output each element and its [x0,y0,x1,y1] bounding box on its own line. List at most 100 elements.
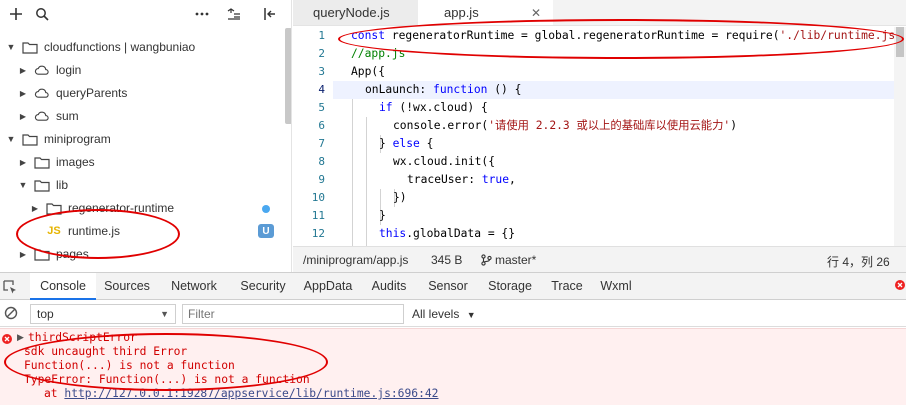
code-line-9: traceUser: true, [407,171,516,189]
chevron-down-icon[interactable]: ▼ [6,134,16,144]
indent-guide [352,99,353,246]
tab-app-js[interactable]: app.js ✕ [418,0,553,25]
error-line: Function(...) is not a function [24,359,235,372]
cloud-icon [34,86,50,100]
explorer-scrollbar[interactable] [285,28,291,124]
devtools-tab-sources[interactable]: Sources [96,273,158,300]
code-token: './lib/runtime.js' [779,29,902,42]
line-number: 10 [311,191,325,204]
inspect-element-icon[interactable] [2,279,18,298]
chevron-right-icon[interactable]: ▶ [18,88,28,98]
line-number: 2 [318,47,325,60]
close-icon[interactable]: ✕ [531,6,541,20]
log-levels-dropdown[interactable]: All levels ▼ [412,307,476,321]
error-line: sdk uncaught third Error [24,345,188,358]
chevron-down-icon[interactable]: ▼ [18,180,28,190]
file-path[interactable]: /miniprogram/app.js [303,253,408,267]
code-token: function [433,83,488,96]
tree-item-label: runtime.js [68,224,121,238]
devtools-tab-security[interactable]: Security [230,273,296,300]
code-line-6: console.error('请使用 2.2.3 或以上的基础库以使用云能力') [393,117,737,135]
tree-item-login[interactable]: ▶ login [0,59,284,82]
tree-item-runtime-js[interactable]: JS runtime.js U [0,220,284,243]
code-token: const [351,29,386,42]
more-icon[interactable] [192,4,212,24]
chevron-right-icon[interactable]: ▶ [30,203,40,213]
git-branch[interactable]: master* [481,253,536,267]
filter-input[interactable] [182,304,404,324]
tree-item-lib[interactable]: ▼ lib [0,174,284,197]
code-line-5: if (!wx.cloud) { [379,99,488,117]
chevron-right-icon[interactable]: ▶ [18,65,28,75]
code-line-3: App({ [351,65,386,78]
code-token: this [379,227,407,240]
cursor-position[interactable]: 行 4，列 26 [827,253,890,270]
chevron-down-icon[interactable]: ▼ [6,42,16,52]
console-output: ▶ thirdScriptError sdk uncaught third Er… [0,328,906,405]
code-editor: queryNode.js app.js ✕ 1 2 3 4 5 6 7 8 9 10 11 12 co… [293,0,906,272]
devtools-tab-network[interactable]: Network [158,273,230,300]
code-token: ) [730,119,737,132]
chevron-right-icon[interactable]: ▶ [18,111,28,121]
line-number: 11 [311,209,325,222]
devtools-tab-sensor[interactable]: Sensor [418,273,478,300]
tree-item-cloudfunctions-wangbuniao[interactable]: ▼ cloudfunctions | wangbuniao [0,36,284,59]
folder-icon [34,247,50,261]
chevron-right-icon[interactable]: ▶ [18,157,28,167]
devtools-tab-appdata[interactable]: AppData [296,273,360,300]
collapse-panel-icon[interactable] [260,4,280,24]
tree-item-sum[interactable]: ▶ sum [0,105,284,128]
tree-item-pages[interactable]: ▶ pages [0,243,284,266]
scrollbar-thumb[interactable] [896,27,904,57]
code-line-11: } [379,209,386,222]
folder-icon [34,178,50,192]
tree-item-label: miniprogram [44,132,111,146]
folder-icon [46,201,62,215]
levels-label: All levels [412,307,460,321]
chevron-right-icon[interactable]: ▶ [18,249,28,259]
line-number: 12 [311,227,325,240]
devtools-tab-storage[interactable]: Storage [478,273,542,300]
editor-tab-bar: queryNode.js app.js ✕ [293,0,906,26]
error-count-icon[interactable] [895,279,905,293]
devtools-tab-trace[interactable]: Trace [542,273,592,300]
tab-label: queryNode.js [313,5,390,20]
tree-item-miniprogram[interactable]: ▼ miniprogram [0,128,284,151]
code-token: .globalData = {} [406,227,516,240]
add-icon[interactable] [6,4,26,24]
devtools-tab-console[interactable]: Console [30,273,96,300]
error-title[interactable]: thirdScriptError [28,331,137,345]
chevron-down-icon: ▼ [466,310,476,320]
tree-item-queryparents[interactable]: ▶ queryParents [0,82,284,105]
search-icon[interactable] [32,4,52,24]
devtools-panel: Console Sources Network Security AppData Audi… [0,272,906,405]
js-file-icon: JS [47,225,61,237]
code-line-10: }) [393,191,407,204]
file-explorer: ▼ cloudfunctions | wangbuniao ▶ login ▶ query… [0,0,292,272]
code-token: , [509,173,516,186]
expand-arrow-icon[interactable]: ▶ [17,332,24,343]
folder-icon [34,155,50,169]
tree-item-images[interactable]: ▶ images [0,151,284,174]
explorer-toolbar [0,0,291,28]
code-line-8: wx.cloud.init({ [393,155,496,168]
tree-item-label: images [56,155,95,169]
editor-scrollbar[interactable] [894,27,906,246]
stack-link[interactable]: http://127.0.0.1:19287/appservice/lib/ru… [64,387,438,400]
cloud-folder-icon [22,40,38,54]
clear-console-icon[interactable] [4,306,18,323]
tab-querynode-js[interactable]: queryNode.js [293,0,418,25]
tree-item-label: regenerator-runtime [68,201,175,215]
status-bar: /miniprogram/app.js 345 B master* 行 4，列 … [293,246,906,272]
devtools-tab-bar: Console Sources Network Security AppData Audi… [0,273,906,300]
devtools-tab-wxml[interactable]: Wxml [592,273,640,300]
context-value: top [37,307,54,321]
code-area[interactable]: 1 2 3 4 5 6 7 8 9 10 11 12 const regeneratorRuntime… [293,27,906,246]
sort-icon[interactable] [224,4,244,24]
code-token: if [379,101,393,114]
devtools-tab-audits[interactable]: Audits [360,273,418,300]
branch-label: master* [495,253,537,267]
untracked-badge: U [258,224,274,238]
tree-item-regenerator-runtime[interactable]: ▶ regenerator-runtime [0,197,284,220]
context-select[interactable]: top ▼ [30,304,176,324]
